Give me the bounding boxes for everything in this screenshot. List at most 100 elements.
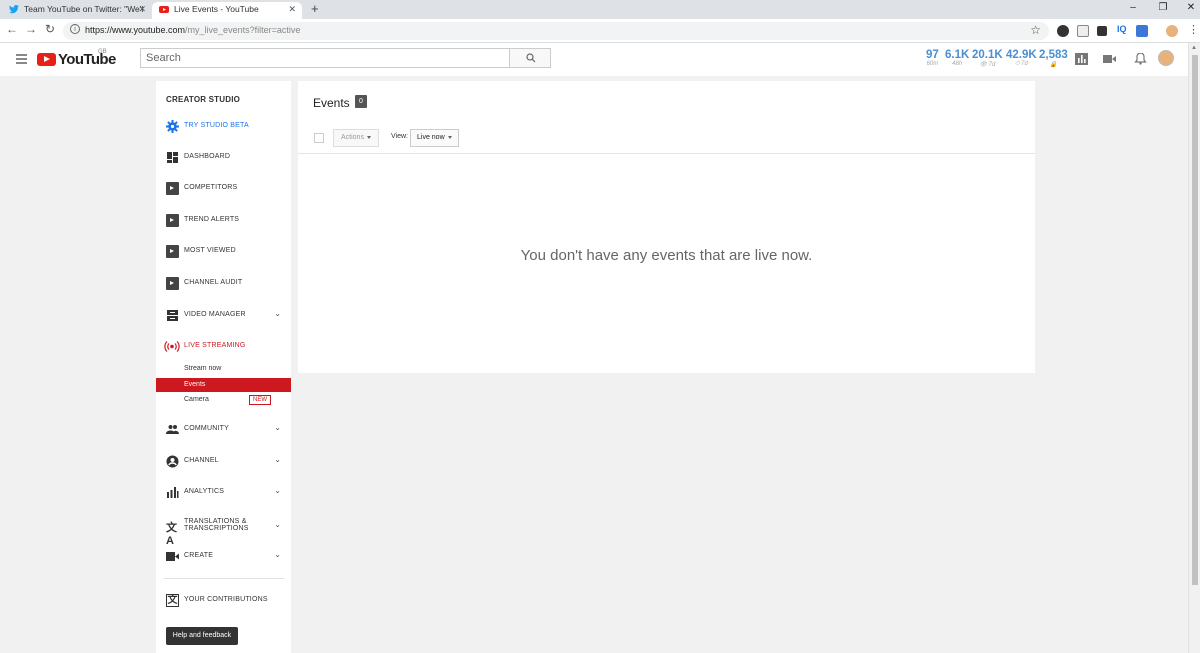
sidebar-subitem-label: Camera [184,396,209,403]
sidebar-item-try-studio-beta[interactable]: TRY STUDIO BETA [156,117,291,137]
camera-icon [166,552,179,561]
sidebar-title: CREATOR STUDIO [166,95,241,104]
community-icon [166,425,179,434]
profile-icon[interactable] [1166,25,1178,37]
video-camera-icon[interactable] [1103,53,1116,65]
vidiq-icon [166,277,179,290]
reload-icon[interactable]: ↻ [45,22,55,36]
youtube-logo-text[interactable]: YouTube [58,51,116,68]
sidebar-item-dashboard[interactable]: DASHBOARD [156,148,291,168]
chevron-down-icon[interactable]: ⌄ [274,423,281,432]
menu-kebab-icon[interactable]: ⋮ [1188,23,1199,36]
sidebar-item-label: CHANNEL [184,457,219,464]
browser-tab-twitter[interactable]: Team YouTube on Twitter: "We'l ✕ [2,2,152,19]
sidebar-item-label: TREND ALERTS [184,216,240,223]
youtube-header: YouTube GB Search 97 60m 6.1K 48h 20.1K 👁 7… [0,43,1188,76]
sidebar-item-video-manager[interactable]: VIDEO MANAGER ⌄ [156,306,291,326]
search-input[interactable]: Search [140,48,510,68]
address-bar-row: ← → ↻ i https://www.youtube.com/my_live_… [0,19,1200,43]
url-text: https://www.youtube.com/my_live_events?f… [85,25,301,35]
sidebar-item-translations[interactable]: 文A TRANSLATIONS & TRANSCRIPTIONS ⌄ [156,514,291,547]
actions-dropdown[interactable]: Actions [333,129,379,147]
empty-state-message: You don't have any events that are live … [520,247,813,264]
new-tab-button[interactable]: + [311,1,319,16]
back-arrow-icon[interactable]: ← [6,22,18,36]
restore-button[interactable]: ❐ [1148,0,1178,15]
caret-down-icon [366,135,371,139]
sidebar-item-live-streaming[interactable]: LIVE STREAMING [156,337,291,357]
sidebar-item-community[interactable]: COMMUNITY ⌄ [156,420,291,440]
scroll-up-icon[interactable]: ▲ [1191,45,1197,51]
extension-icon[interactable] [1077,25,1089,37]
events-panel: Events 0 Actions View: Live now You don'… [298,81,1035,373]
chevron-down-icon[interactable]: ⌄ [274,520,281,529]
youtube-logo-icon[interactable] [37,53,56,66]
twitter-icon [9,5,19,14]
close-tab-icon[interactable]: ✕ [288,2,296,17]
sidebar-item-label: MOST VIEWED [184,247,236,254]
extension-icon[interactable] [1057,25,1069,37]
sidebar-item-label: YOUR CONTRIBUTIONS [184,596,268,603]
view-filter-value: Live now [417,134,445,141]
sidebar-item-competitors[interactable]: COMPETITORS [156,179,291,199]
toolbar-divider [298,153,1035,154]
chevron-down-icon[interactable]: ⌄ [274,550,281,559]
bell-icon[interactable] [1134,53,1147,65]
youtube-icon [159,6,169,13]
sidebar-subitem-camera[interactable]: Camera NEW [156,393,291,407]
hamburger-menu-icon[interactable] [16,54,27,66]
avatar[interactable] [1158,50,1174,66]
chevron-down-icon[interactable]: ⌄ [274,455,281,464]
view-filter-dropdown[interactable]: Live now [410,129,459,147]
sidebar-item-analytics[interactable]: ANALYTICS ⌄ [156,483,291,503]
close-window-button[interactable]: ✕ [1176,0,1200,15]
sidebar-item-channel-audit[interactable]: CHANNEL AUDIT [156,274,291,294]
live-icon [164,341,180,352]
gear-icon [166,120,179,133]
sidebar-item-channel[interactable]: CHANNEL ⌄ [156,452,291,472]
crop-extension-icon[interactable] [1097,26,1107,36]
sidebar-item-label: ANALYTICS [184,488,225,495]
help-feedback-button[interactable]: Help and feedback [166,627,238,645]
forward-arrow-icon[interactable]: → [25,22,37,36]
tab-title: Team YouTube on Twitter: "We'l [24,4,144,14]
realtime-stat: 6.1K 48h [945,49,970,67]
search-icon [526,53,536,63]
info-icon[interactable]: i [70,24,80,34]
tubebuddy-extension-icon[interactable] [1136,25,1148,37]
url-input[interactable]: i https://www.youtube.com/my_live_events… [63,22,1049,40]
browser-tab-youtube[interactable]: Live Events - YouTube ✕ [152,2,302,19]
close-tab-icon[interactable]: ✕ [138,2,146,17]
sidebar-item-label: CHANNEL AUDIT [184,279,243,286]
sidebar-item-label: DASHBOARD [184,153,231,160]
creator-studio-sidebar: CREATOR STUDIO TRY STUDIO BETA DASHBOARD… [156,81,291,653]
chevron-down-icon[interactable]: ⌄ [274,486,281,495]
bookmark-star-icon[interactable]: ☆ [1030,23,1041,37]
minimize-button[interactable]: – [1118,0,1148,15]
select-all-checkbox[interactable] [314,133,324,143]
page-scrollbar[interactable]: ▲ [1188,43,1200,653]
sidebar-item-label: VIDEO MANAGER [184,311,246,318]
sidebar-item-most-viewed[interactable]: MOST VIEWED [156,242,291,262]
sidebar-item-label: COMPETITORS [184,184,238,191]
views-stat: 20.1K 👁 7d [972,49,1003,68]
sidebar-subitem-label: Stream now [184,365,222,372]
sidebar-item-trend-alerts[interactable]: TREND ALERTS [156,211,291,231]
sidebar-item-label: TRANSLATIONS & TRANSCRIPTIONS [184,518,249,532]
translate-icon: 文 [166,594,179,607]
scrollbar-thumb[interactable] [1192,55,1198,585]
sidebar-subitem-stream-now[interactable]: Stream now [156,362,291,376]
dashboard-icon [167,152,178,163]
translate-icon: 文A [166,522,177,547]
sidebar-subitem-label: Events [184,381,206,388]
chevron-down-icon[interactable]: ⌄ [274,309,281,318]
analytics-icon[interactable] [1075,53,1088,65]
sidebar-item-your-contributions[interactable]: 文 YOUR CONTRIBUTIONS [156,591,291,611]
sidebar-divider [164,578,284,579]
sidebar-subitem-events[interactable]: Events [156,378,291,392]
iq-extension-icon[interactable]: IQ [1117,24,1129,36]
sidebar-item-create[interactable]: CREATE ⌄ [156,547,291,567]
video-manager-icon [167,310,178,321]
search-button[interactable] [509,48,551,68]
events-count-badge: 0 [355,95,367,108]
